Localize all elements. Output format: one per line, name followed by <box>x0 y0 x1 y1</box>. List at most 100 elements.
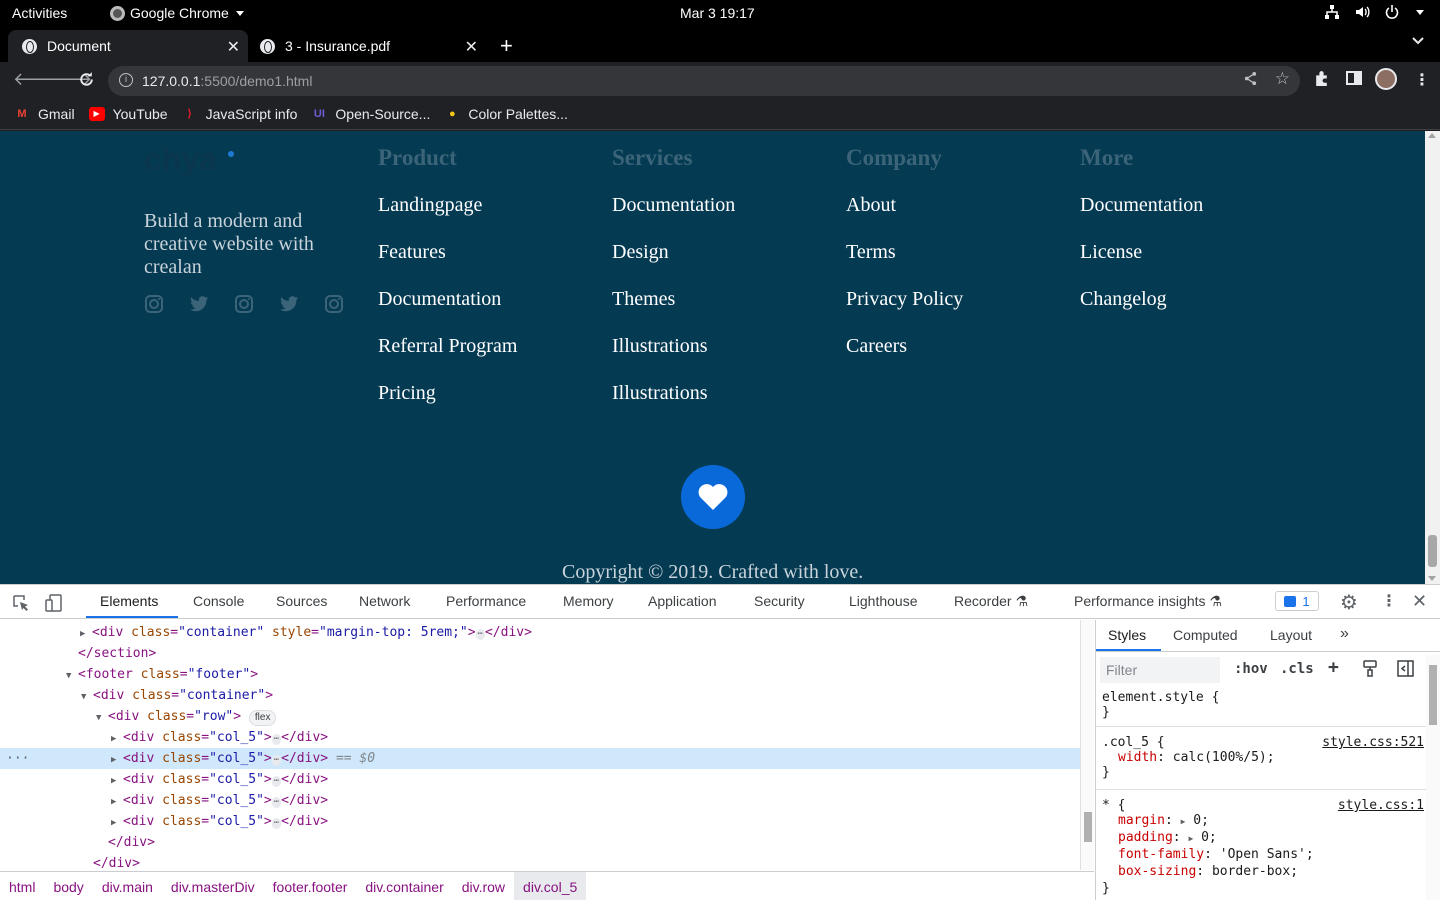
styles-scrollbar[interactable] <box>1426 655 1440 900</box>
footer-link[interactable]: Illustrations <box>612 335 735 382</box>
close-icon[interactable]: ✕ <box>227 37 240 57</box>
ellipsis-badge[interactable]: ⋯ <box>271 734 282 745</box>
expand-triangle-icon[interactable]: ▶ <box>1181 817 1186 826</box>
dom-node[interactable]: ▼ <div class="row"> flex <box>0 706 1080 727</box>
expand-triangle-icon[interactable]: ▶ <box>111 813 123 834</box>
heart-button[interactable] <box>681 465 745 529</box>
instagram-icon[interactable] <box>144 294 164 314</box>
tab-computed[interactable]: Computed <box>1173 627 1238 643</box>
ellipsis-badge[interactable]: ⋯ <box>271 797 282 808</box>
footer-link[interactable]: Illustrations <box>612 382 735 429</box>
scrollbar-thumb[interactable] <box>1084 812 1092 842</box>
tab-styles[interactable]: Styles <box>1108 627 1146 643</box>
devtools-tab-console[interactable]: Console <box>193 593 244 609</box>
breadcrumb-item[interactable]: div.container <box>356 872 452 900</box>
app-menu[interactable]: Google Chrome <box>110 5 244 21</box>
breadcrumb-item[interactable]: div.row <box>453 872 514 900</box>
breadcrumb-item-active[interactable]: div.col_5 <box>514 871 587 900</box>
share-icon[interactable] <box>1243 71 1258 86</box>
paint-roller-icon[interactable] <box>1362 660 1378 677</box>
ellipsis-badge[interactable]: ⋯ <box>271 818 282 829</box>
toggle-sidebar-icon[interactable] <box>1397 660 1414 677</box>
dom-node[interactable]: </div> <box>0 832 1080 853</box>
close-devtools-icon[interactable]: ✕ <box>1412 591 1427 612</box>
new-tab-button[interactable]: + <box>500 33 513 59</box>
footer-link[interactable]: Privacy Policy <box>846 288 963 335</box>
reload-icon[interactable] <box>78 71 95 88</box>
footer-link[interactable]: License <box>1080 241 1203 288</box>
collapse-triangle-icon[interactable]: ▼ <box>66 666 78 687</box>
tab-search-icon[interactable] <box>1412 37 1424 45</box>
footer-link[interactable]: Pricing <box>378 382 517 429</box>
footer-link[interactable]: About <box>846 194 963 241</box>
device-toolbar-icon[interactable] <box>45 594 63 612</box>
instagram-icon[interactable] <box>234 294 254 314</box>
dom-node-selected[interactable]: ··· ▶ <div class="col_5"> ⋯ </div> == $0 <box>0 748 1080 769</box>
devtools-tab-recorder[interactable]: Recorder ⚗ <box>954 593 1028 610</box>
tab-insurance-pdf[interactable]: 3 - Insurance.pdf ✕ <box>246 30 486 62</box>
ellipsis-badge[interactable]: ⋯ <box>271 755 282 766</box>
dom-scrollbar[interactable] <box>1080 620 1094 870</box>
dom-node[interactable]: </div> <box>0 853 1080 870</box>
breadcrumb-item[interactable]: div.main <box>93 872 162 900</box>
settings-gear-icon[interactable]: ⚙ <box>1340 590 1358 615</box>
devtools-tab-performance-insights[interactable]: Performance insights ⚗ <box>1074 593 1222 610</box>
bookmark-youtube[interactable]: ▶ YouTube <box>88 106 168 122</box>
dom-node[interactable]: ▶ <div class="col_5"> ⋯ </div> <box>0 769 1080 790</box>
ellipsis-badge[interactable]: ⋯ <box>475 629 485 640</box>
breadcrumb-item[interactable]: html <box>0 872 44 900</box>
css-declaration[interactable]: width: calc(100%/5); <box>1102 750 1424 765</box>
more-tabs-icon[interactable]: » <box>1340 625 1349 643</box>
css-declaration[interactable]: margin: ▶ 0; <box>1102 813 1424 830</box>
ellipsis-badge[interactable]: ⋯ <box>271 776 282 787</box>
dom-node[interactable]: ▶ <div class="col_5"> ⋯ </div> <box>0 727 1080 748</box>
scrollbar-thumb[interactable] <box>1429 665 1437 725</box>
rule-source-link[interactable]: style.css:1 <box>1338 798 1424 813</box>
profile-avatar[interactable] <box>1375 68 1397 90</box>
flex-badge[interactable]: flex <box>248 710 277 726</box>
styles-filter-input[interactable]: Filter <box>1100 657 1220 683</box>
footer-link[interactable]: Features <box>378 241 517 288</box>
footer-link[interactable]: Themes <box>612 288 735 335</box>
url-text[interactable]: 127.0.0.1:5500/demo1.html <box>142 73 312 89</box>
twitter-icon[interactable] <box>189 294 209 314</box>
scrollbar-thumb[interactable] <box>1428 535 1437 567</box>
dom-node[interactable]: </section> <box>0 643 1080 664</box>
more-options-icon[interactable]: ⋮ <box>1381 591 1397 611</box>
footer-link[interactable]: Referral Program <box>378 335 517 382</box>
tab-document[interactable]: Document ✕ <box>8 30 248 62</box>
footer-link[interactable]: Terms <box>846 241 963 288</box>
bookmark-gmail[interactable]: M Gmail <box>14 106 74 122</box>
page-scrollbar[interactable] <box>1425 131 1440 584</box>
breadcrumb-item[interactable]: body <box>44 872 92 900</box>
twitter-icon[interactable] <box>279 294 299 314</box>
bookmark-javascript-info[interactable]: ⟩ JavaScript info <box>182 106 297 122</box>
expand-triangle-icon[interactable]: ▶ <box>1188 834 1193 843</box>
site-info-icon[interactable]: i <box>119 73 133 87</box>
dom-node[interactable]: ▼ <footer class="footer"> <box>0 664 1080 685</box>
side-panel-icon[interactable] <box>1346 70 1362 86</box>
devtools-tab-performance[interactable]: Performance <box>446 593 526 609</box>
footer-link[interactable]: Documentation <box>612 194 735 241</box>
devtools-tab-memory[interactable]: Memory <box>563 593 614 609</box>
universal-rule[interactable]: * { style.css:1 margin: ▶ 0; padding: ▶ … <box>1102 798 1424 896</box>
bookmark-star-icon[interactable]: ☆ <box>1275 69 1290 89</box>
collapse-triangle-icon[interactable]: ▼ <box>81 687 93 708</box>
collapse-triangle-icon[interactable]: ▼ <box>96 708 108 729</box>
address-bar[interactable]: i 127.0.0.1:5500/demo1.html ☆ <box>108 66 1300 96</box>
system-tray[interactable] <box>1324 4 1424 20</box>
scroll-up-icon[interactable] <box>1428 133 1436 138</box>
dom-node[interactable]: ▼ <div class="container"> <box>0 685 1080 706</box>
footer-link[interactable]: Landingpage <box>378 194 517 241</box>
dom-node[interactable]: ▶ <div class="col_5"> ⋯ </div> <box>0 790 1080 811</box>
css-declaration[interactable]: font-family: 'Open Sans'; <box>1102 847 1424 864</box>
clock[interactable]: Mar 3 19:17 <box>680 5 755 21</box>
bookmark-open-source[interactable]: UI Open-Source... <box>311 106 430 122</box>
expand-triangle-icon[interactable]: ▶ <box>111 792 123 813</box>
node-actions-icon[interactable]: ··· <box>6 748 29 769</box>
new-rule-icon[interactable]: + <box>1328 657 1339 678</box>
devtools-tab-application[interactable]: Application <box>648 593 717 609</box>
dom-node[interactable]: ▶ <div class="col_5"> ⋯ </div> <box>0 811 1080 832</box>
instagram-icon[interactable] <box>324 294 344 314</box>
activities-button[interactable]: Activities <box>12 5 67 21</box>
